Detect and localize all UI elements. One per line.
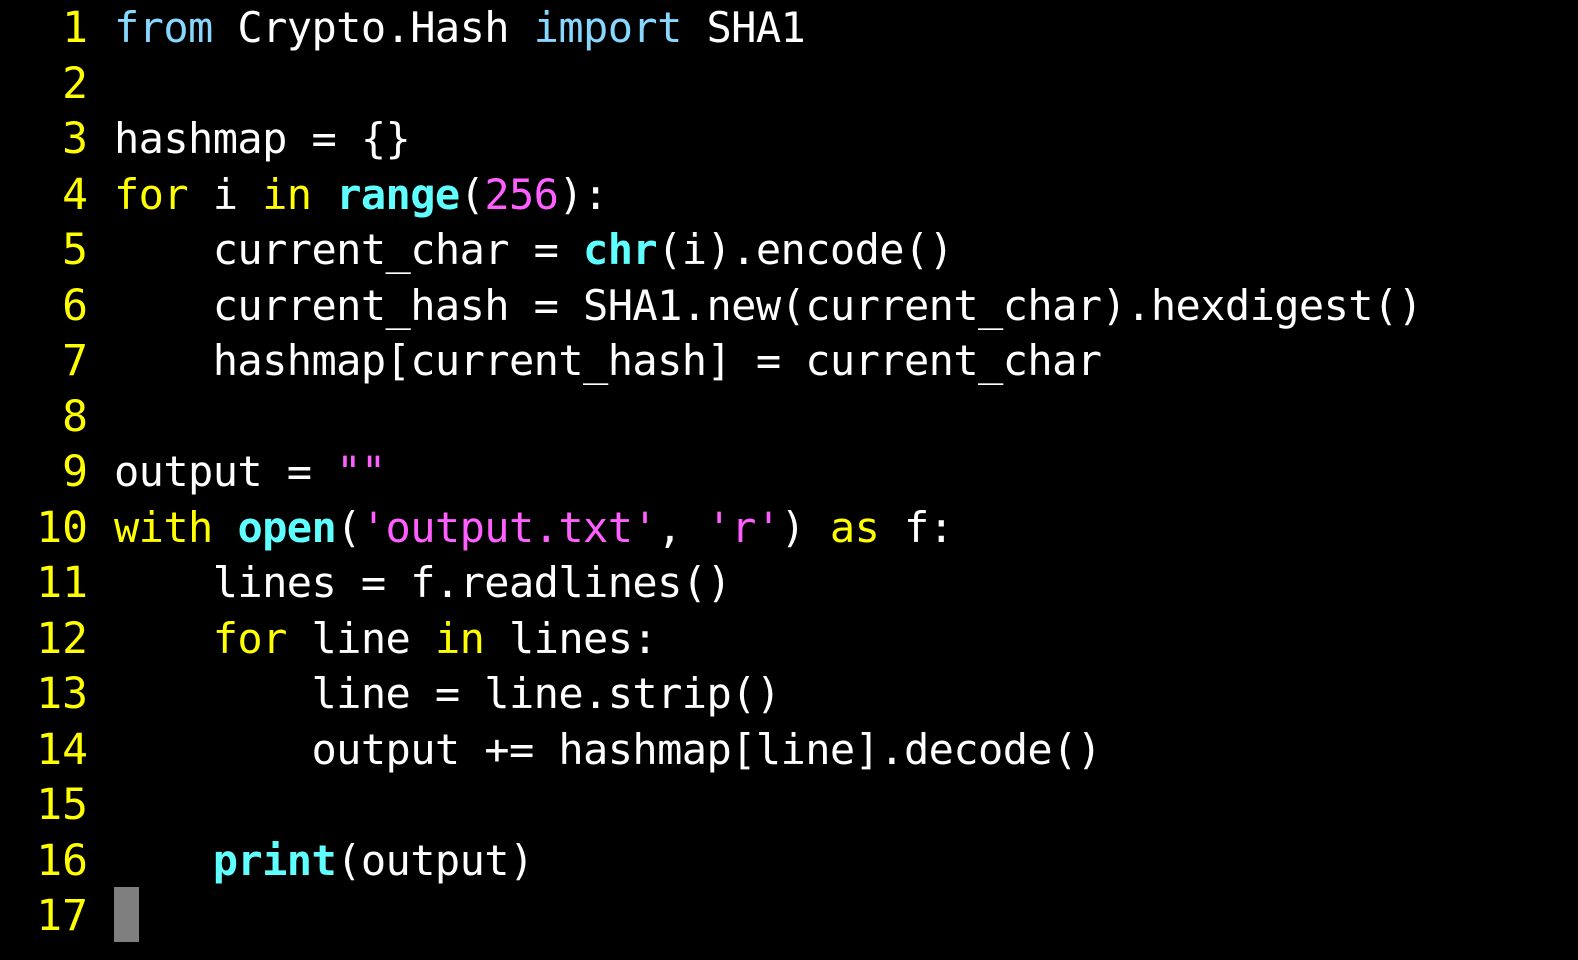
line-number: 9 [62, 447, 88, 497]
code-line[interactable]: 12 for line in lines: [0, 611, 1578, 667]
line-number: 6 [62, 281, 88, 331]
line-content: lines = f.readlines() [114, 555, 732, 611]
code-line[interactable]: 4 for i in range(256): [0, 167, 1578, 223]
line-content: hashmap = {} [114, 111, 411, 167]
code-token: hashmap[current_hash] = current_char [114, 336, 1102, 385]
line-number: 1 [62, 3, 88, 53]
code-token: 'output.txt' [360, 503, 658, 552]
text-cursor [114, 887, 139, 942]
code-token: as [829, 503, 880, 552]
code-editor[interactable]: 1 from Crypto.Hash import SHA1 2 3 hashmap… [0, 0, 1578, 960]
code-token: range [336, 170, 460, 219]
code-line[interactable]: 5 current_char = chr(i).encode() [0, 222, 1578, 278]
code-line[interactable]: 2 [0, 56, 1578, 112]
code-token: current_hash = SHA1.new(current_char).he… [114, 281, 1423, 330]
line-number: 8 [62, 392, 88, 442]
code-token: ( [459, 170, 485, 219]
code-token: in [434, 614, 485, 663]
code-token: lines = f.readlines() [114, 558, 732, 607]
code-line[interactable]: 8 [0, 389, 1578, 445]
line-number: 17 [36, 891, 88, 941]
code-token: output += hashmap[line].decode() [114, 725, 1102, 774]
code-line[interactable]: 9 output = "" [0, 444, 1578, 500]
code-token: line = line.strip() [114, 669, 781, 718]
code-token: ( [336, 503, 361, 552]
code-line[interactable]: 14 output += hashmap[line].decode() [0, 722, 1578, 778]
code-token: f: [879, 503, 954, 552]
line-number: 14 [36, 725, 88, 775]
code-line[interactable]: 16 print(output) [0, 833, 1578, 889]
code-token: ) [780, 503, 830, 552]
code-token: line [286, 614, 435, 663]
code-line[interactable]: 1 from Crypto.Hash import SHA1 [0, 0, 1578, 56]
line-content: line = line.strip() [114, 666, 781, 722]
code-token: hashmap = {} [114, 114, 411, 163]
code-line[interactable]: 15 [0, 777, 1578, 833]
code-line[interactable]: 11 lines = f.readlines() [0, 555, 1578, 611]
code-token: chr [583, 225, 658, 274]
line-content: current_hash = SHA1.new(current_char).he… [114, 278, 1423, 334]
code-token: i [188, 170, 263, 219]
line-content: print(output) [114, 833, 535, 889]
line-content: for line in lines: [114, 611, 658, 667]
code-token: (i).encode() [657, 225, 954, 274]
code-line[interactable]: 17 [0, 888, 1578, 944]
code-token: ): [558, 170, 608, 219]
code-token: "" [336, 447, 386, 496]
code-token: SHA1 [681, 3, 806, 52]
code-token: 256 [484, 170, 559, 219]
code-token: current_char = [114, 225, 584, 274]
code-token: 'r' [706, 503, 781, 552]
line-content: current_char = chr(i).encode() [114, 222, 954, 278]
line-number: 4 [62, 170, 88, 220]
code-token: print [212, 836, 337, 885]
code-token: output = [114, 447, 337, 496]
line-content: output += hashmap[line].decode() [114, 722, 1102, 778]
line-number: 10 [36, 503, 88, 553]
line-number: 11 [36, 558, 88, 608]
code-token: open [237, 503, 337, 552]
line-content: output = "" [114, 444, 386, 500]
line-content: with open('output.txt', 'r') as f: [114, 500, 954, 556]
code-token: lines: [484, 614, 658, 663]
code-line[interactable]: 3 hashmap = {} [0, 111, 1578, 167]
line-number: 5 [62, 225, 88, 275]
code-token: (output) [336, 836, 534, 885]
line-number: 7 [62, 336, 88, 386]
code-line[interactable]: 7 hashmap[current_hash] = current_char [0, 333, 1578, 389]
line-number: 15 [36, 780, 88, 830]
line-number: 16 [36, 836, 88, 886]
code-token: , [657, 503, 707, 552]
code-token: for [114, 170, 189, 219]
code-line[interactable]: 10 with open('output.txt', 'r') as f: [0, 500, 1578, 556]
code-token: Crypto.Hash [212, 3, 534, 52]
code-token: with [114, 503, 213, 552]
code-token: from [114, 3, 213, 52]
line-content: from Crypto.Hash import SHA1 [114, 0, 806, 56]
code-token: import [533, 3, 683, 52]
code-token: for [212, 614, 288, 663]
line-number: 2 [62, 59, 88, 109]
code-token: in [262, 170, 312, 219]
code-line[interactable]: 6 current_hash = SHA1.new(current_char).… [0, 278, 1578, 334]
code-line[interactable]: 13 line = line.strip() [0, 666, 1578, 722]
line-number: 12 [36, 614, 88, 664]
line-content: for i in range(256): [114, 167, 608, 223]
line-content: hashmap[current_hash] = current_char [114, 333, 1102, 389]
line-number: 3 [62, 114, 88, 164]
line-number: 13 [36, 669, 88, 719]
